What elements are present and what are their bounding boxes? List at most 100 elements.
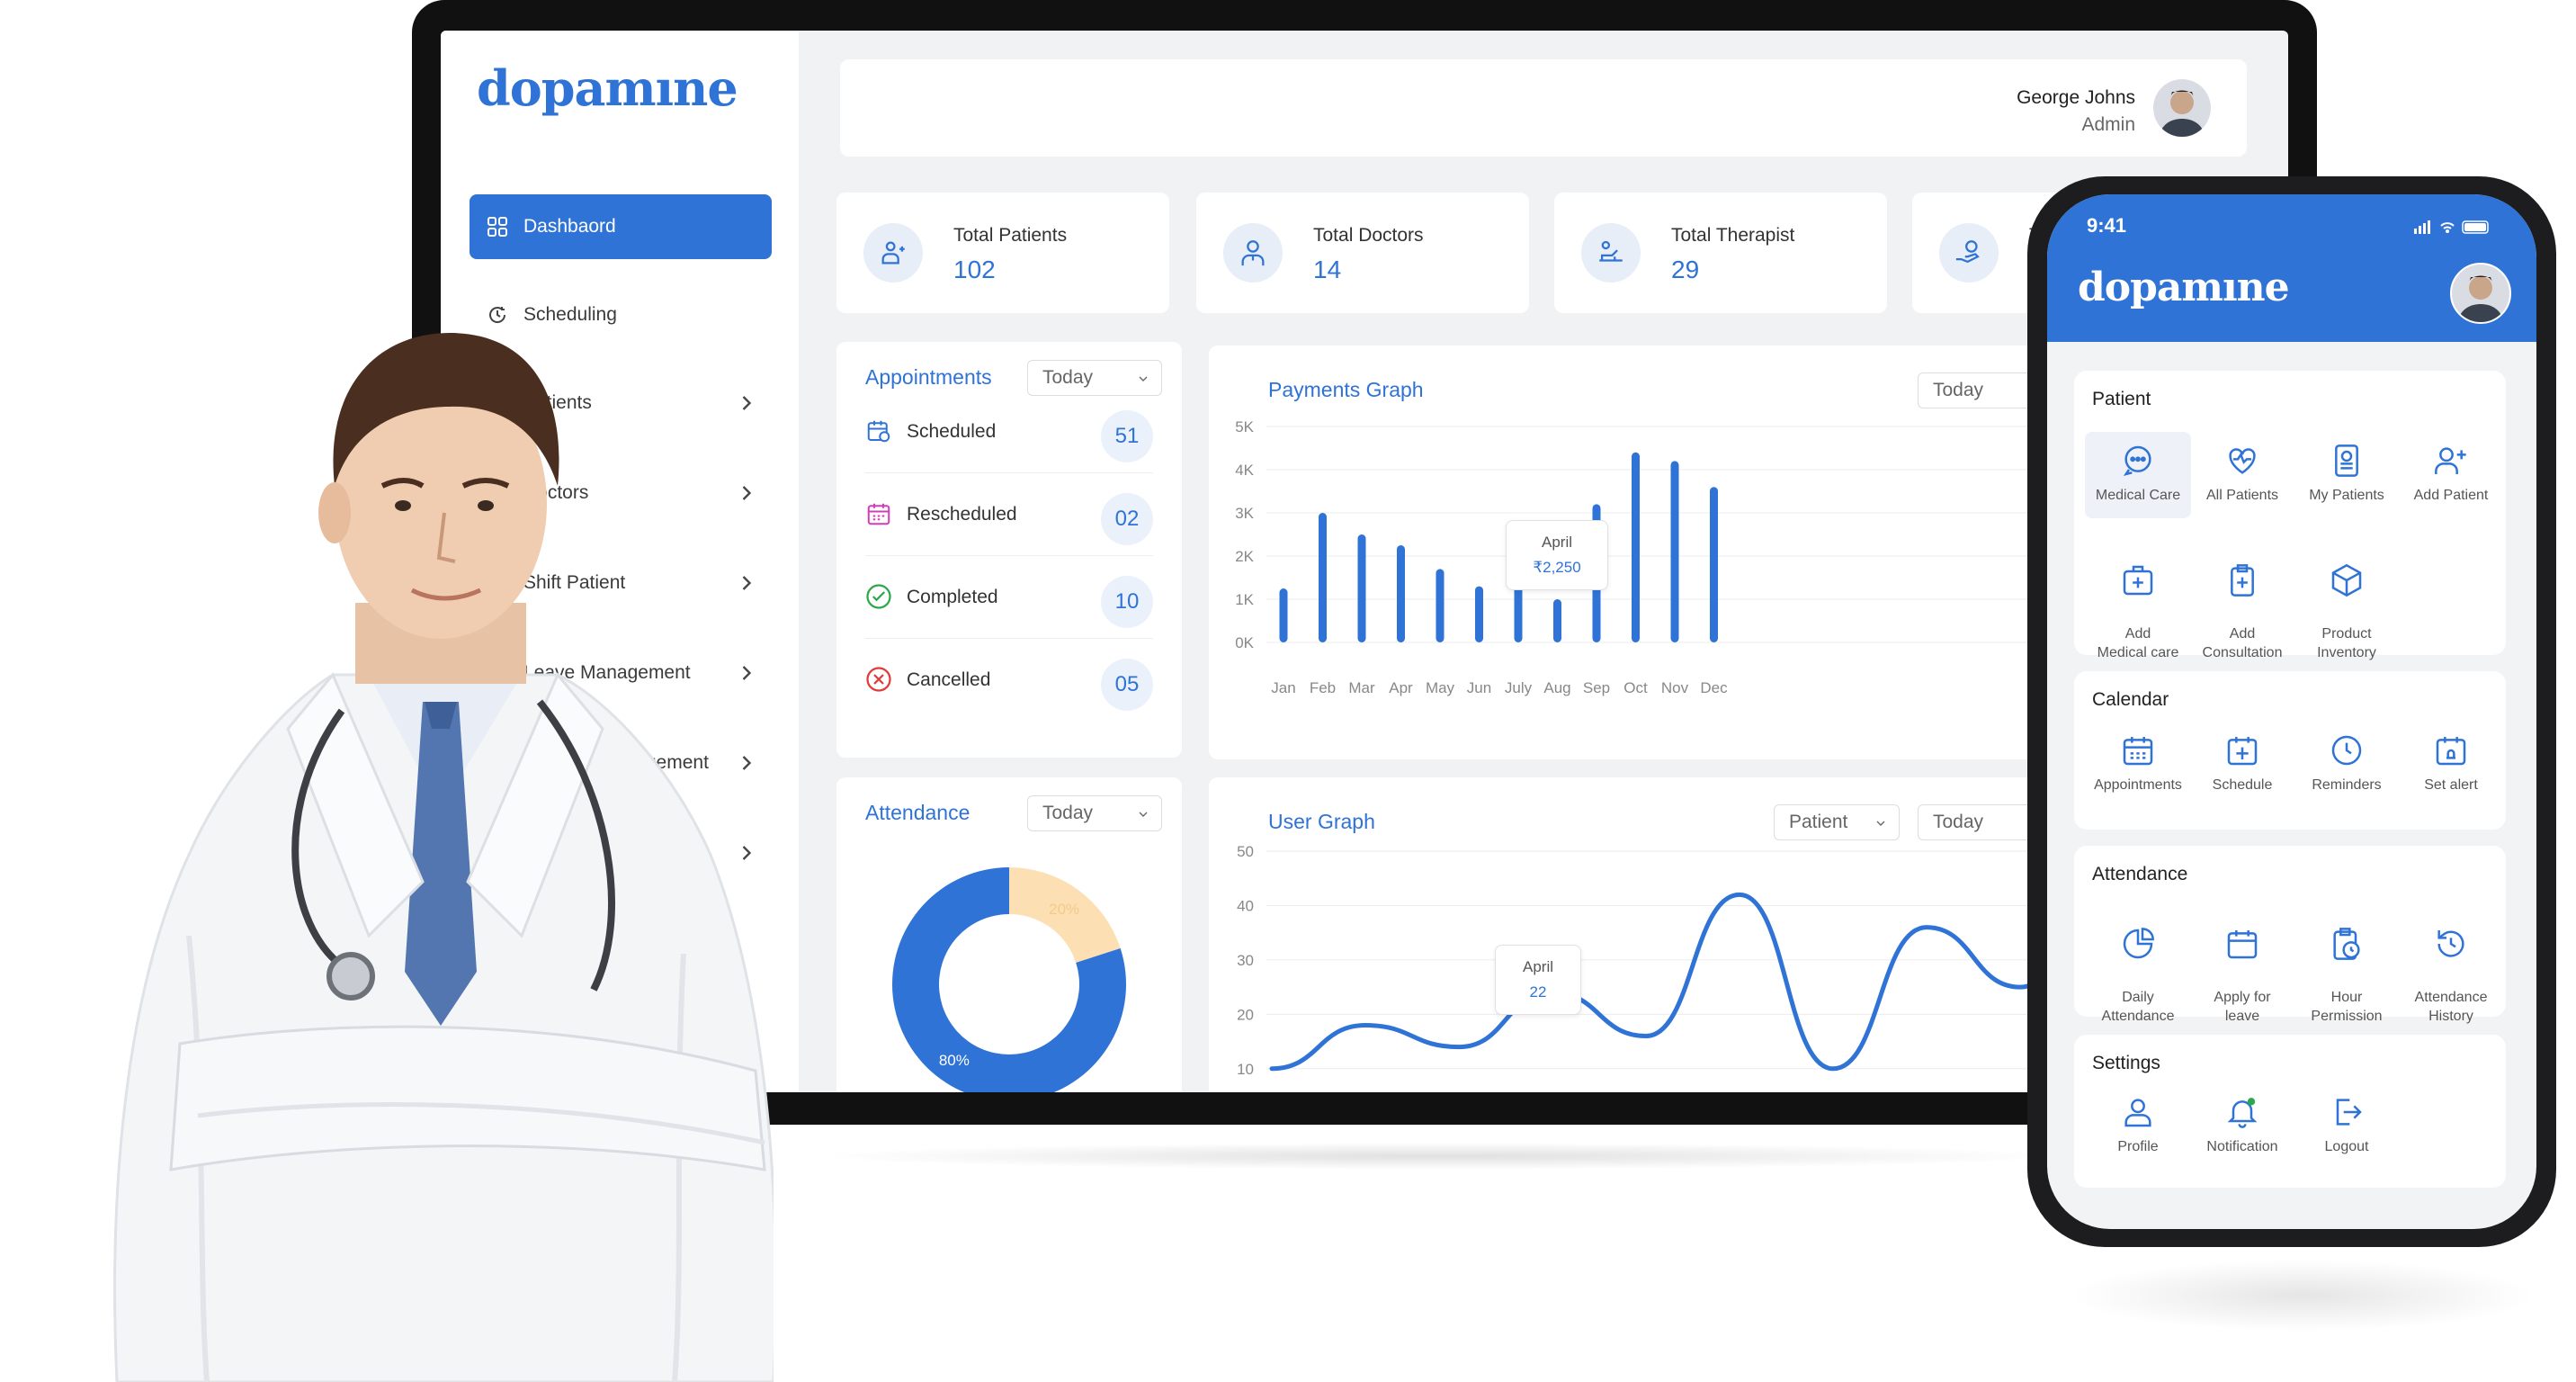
user-graph-tooltip: April 22	[1495, 945, 1581, 1015]
app-logo: dopamıne	[477, 59, 738, 117]
section-title: Patient	[2092, 389, 2151, 409]
calendar-icon	[867, 503, 890, 525]
notification-item[interactable]: Notification	[2189, 1092, 2295, 1156]
stat-label: Total Therapist	[1671, 225, 1795, 246]
phone-logo: dopamıne	[2078, 265, 2290, 310]
payment-hand-icon	[1939, 223, 1999, 283]
add-consultation-item[interactable]: Add Consultation	[2189, 542, 2295, 681]
chevron-down-icon	[1139, 812, 1148, 817]
x-tick-label: Feb	[1310, 679, 1336, 696]
bar	[1319, 513, 1327, 642]
grid-icon	[486, 215, 509, 238]
y-tick-label: 5K	[1235, 418, 1254, 435]
x-tick-label: Mar	[1348, 679, 1375, 696]
add-medical-care-item[interactable]: Add Medical care	[2085, 542, 2191, 681]
logout-icon	[2327, 1092, 2366, 1132]
bar	[1632, 452, 1640, 642]
phone-avatar[interactable]	[2450, 263, 2511, 324]
stat-card-doctors[interactable]: Total Doctors 14	[1196, 193, 1529, 313]
appointment-row-completed[interactable]: Completed 10	[865, 556, 1153, 639]
appointment-row-rescheduled[interactable]: Rescheduled 02	[865, 473, 1153, 556]
top-header: George Johns Admin	[840, 59, 2247, 157]
y-tick-label: 3K	[1235, 505, 1254, 522]
x-tick-label: May	[1426, 679, 1455, 696]
donut-label: 80%	[939, 1052, 970, 1069]
bar	[1710, 487, 1718, 642]
check-circle-icon	[866, 584, 891, 609]
attendance-card: Attendance Today 80% 20%	[836, 777, 1182, 1092]
medical-kit-icon	[2118, 561, 2158, 600]
user-icon	[2118, 1092, 2158, 1132]
medical-care-item[interactable]: Medical Care	[2085, 432, 2191, 518]
schedule-item[interactable]: Schedule	[2189, 731, 2295, 794]
y-tick-label: 4K	[1235, 462, 1254, 479]
user-role: Admin	[2081, 114, 2135, 135]
x-tick-label: Dec	[1700, 679, 1728, 696]
x-tick-label: Aug	[1543, 679, 1570, 696]
appointment-row-cancelled[interactable]: Cancelled 05	[865, 639, 1153, 722]
therapy-icon	[1581, 223, 1641, 283]
add-patient-item[interactable]: Add Patient	[2398, 441, 2504, 505]
x-tick-label: Apr	[1389, 679, 1413, 696]
y-tick-label: 0K	[1235, 634, 1254, 651]
attendance-history-item[interactable]: Attendance History	[2398, 905, 2504, 1045]
x-tick-label: July	[1505, 679, 1533, 696]
chat-icon	[2118, 441, 2158, 480]
calendar-bell-icon	[2431, 731, 2471, 770]
x-tick-label: Sep	[1583, 679, 1610, 696]
phone-header: 9:41 dopamıne	[2047, 194, 2536, 342]
hour-permission-item[interactable]: Hour Permission	[2294, 905, 2400, 1045]
attendance-section: Attendance Daily Attendance Apply for le…	[2074, 846, 2506, 1024]
appointments-title: Appointments	[865, 365, 992, 389]
pie-chart-icon	[2118, 924, 2158, 964]
apply-leave-item[interactable]: Apply for leave	[2189, 905, 2295, 1045]
monitor-shadow	[809, 1143, 2069, 1170]
my-patients-item[interactable]: My Patients	[2294, 441, 2400, 505]
user-plus-icon	[2431, 441, 2471, 480]
y-tick-label: 2K	[1235, 548, 1254, 565]
sidebar-item-dashboard[interactable]: Dashbaord	[470, 194, 772, 259]
status-icons	[2411, 218, 2500, 236]
product-inventory-item[interactable]: Product Inventory	[2294, 542, 2400, 681]
calendar-plus-icon	[2223, 731, 2262, 770]
heart-pulse-icon	[2223, 441, 2262, 480]
bar	[1670, 461, 1679, 642]
appointment-row-scheduled[interactable]: Scheduled 51	[865, 390, 1153, 473]
calendar-section: Calendar Appointments Schedule Reminders…	[2074, 671, 2506, 830]
section-title: Attendance	[2092, 864, 2188, 884]
attendance-filter-select[interactable]: Today	[1027, 795, 1162, 831]
stat-card-therapist[interactable]: Total Therapist 29	[1554, 193, 1887, 313]
doctor-icon	[1223, 223, 1283, 283]
payments-tooltip: April ₹2,250	[1506, 520, 1608, 590]
avatar[interactable]	[2153, 79, 2211, 137]
x-tick-label: Jun	[1467, 679, 1491, 696]
count-badge: 05	[1101, 659, 1153, 711]
logout-item[interactable]: Logout	[2294, 1092, 2400, 1156]
x-tick-label: Nov	[1661, 679, 1689, 696]
stat-card-patients[interactable]: Total Patients 102	[836, 193, 1169, 313]
all-patients-item[interactable]: All Patients	[2189, 441, 2295, 505]
count-badge: 10	[1101, 576, 1153, 628]
stat-value: 29	[1671, 256, 1700, 283]
bar	[1397, 545, 1405, 642]
clipboard-plus-icon	[2223, 561, 2262, 600]
y-tick-label: 30	[1237, 952, 1254, 969]
x-circle-icon	[866, 667, 891, 692]
y-tick-label: 40	[1237, 898, 1254, 915]
patient-icon	[863, 223, 923, 283]
y-tick-label: 50	[1237, 843, 1254, 860]
reminders-item[interactable]: Reminders	[2294, 731, 2400, 794]
stat-value: 14	[1313, 256, 1342, 283]
stat-label: Total Doctors	[1313, 225, 1424, 246]
clipboard-clock-icon	[2327, 924, 2366, 964]
status-time: 9:41	[2087, 214, 2127, 237]
profile-item[interactable]: Profile	[2085, 1092, 2191, 1156]
donut-label: 20%	[1049, 901, 1079, 918]
phone-screen: 9:41 dopamıne Patient Medical Care All P…	[2047, 194, 2536, 1229]
set-alert-item[interactable]: Set alert	[2398, 731, 2504, 794]
calendar-clock-icon	[867, 420, 890, 443]
appointments-item[interactable]: Appointments	[2085, 731, 2191, 794]
daily-attendance-item[interactable]: Daily Attendance	[2085, 905, 2191, 1045]
section-title: Settings	[2092, 1053, 2160, 1073]
clock-icon	[2327, 731, 2366, 770]
